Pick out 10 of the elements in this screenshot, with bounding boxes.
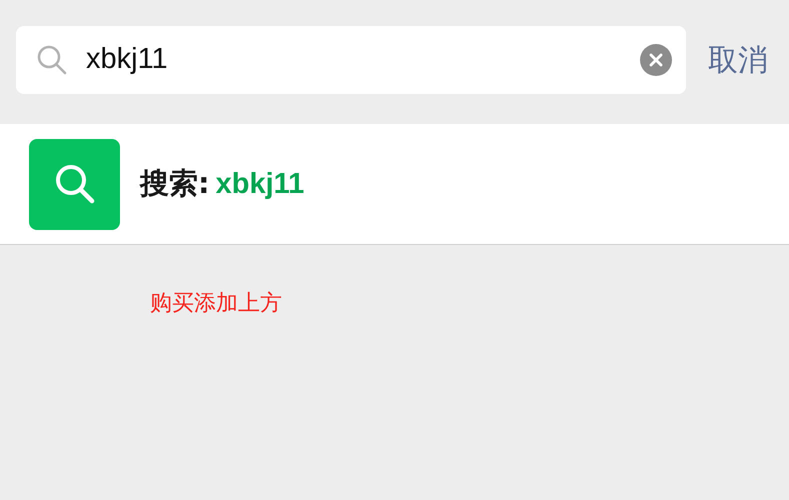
search-icon [29, 138, 120, 230]
cancel-button[interactable]: 取消 [708, 38, 768, 82]
search-label: 搜索: [140, 164, 210, 202]
search-query: xbkj11 [216, 166, 304, 202]
clear-icon[interactable] [640, 44, 672, 76]
search-input[interactable]: xbkj11 [86, 38, 640, 82]
search-icon [36, 44, 68, 76]
search-field[interactable]: xbkj11 [16, 26, 686, 94]
search-result-row[interactable]: 搜索: xbkj11 [0, 124, 789, 245]
note-text: 购买添加上方 [150, 291, 282, 316]
